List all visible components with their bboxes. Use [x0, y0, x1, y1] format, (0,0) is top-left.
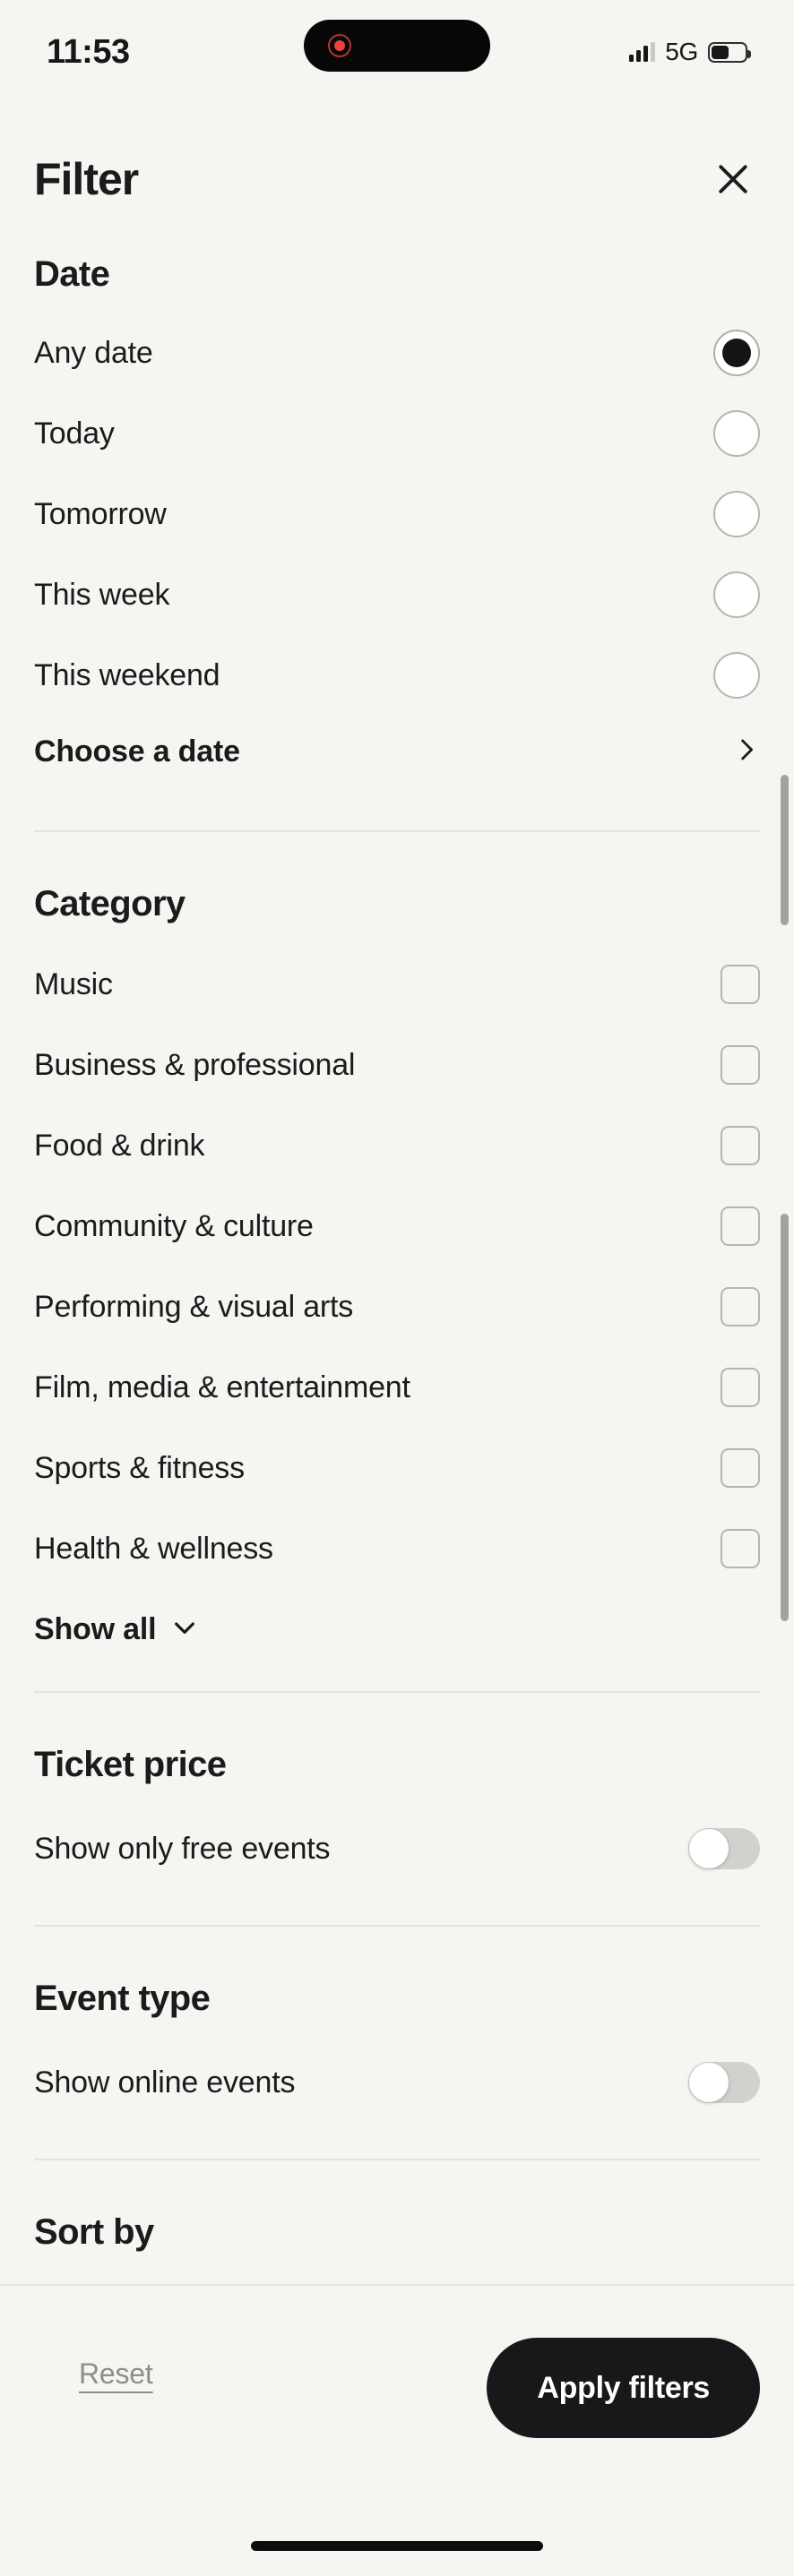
- checkbox-food-drink[interactable]: [721, 1126, 760, 1165]
- checkbox-music[interactable]: [721, 965, 760, 1004]
- chevron-right-icon: [733, 736, 760, 768]
- date-option-tomorrow[interactable]: Tomorrow: [0, 474, 794, 554]
- category-option-music[interactable]: Music: [0, 944, 794, 1025]
- section-title-ticket-price: Ticket price: [34, 1745, 227, 1784]
- date-option-this-week[interactable]: This week: [0, 554, 794, 635]
- divider: [34, 1691, 760, 1693]
- apply-filters-button[interactable]: Apply filters: [487, 2338, 760, 2438]
- status-bar: 11:53 5G: [0, 0, 794, 100]
- toggle-show-only-free-events[interactable]: [688, 1828, 760, 1869]
- section-title-category: Category: [34, 884, 186, 923]
- category-option-business-professional[interactable]: Business & professional: [0, 1025, 794, 1105]
- date-option-this-weekend[interactable]: This weekend: [0, 635, 794, 716]
- date-option-label: Today: [34, 416, 115, 451]
- show-all-label: Show all: [34, 1611, 157, 1646]
- category-option-performing-visual-arts[interactable]: Performing & visual arts: [0, 1267, 794, 1347]
- category-option-food-drink[interactable]: Food & drink: [0, 1105, 794, 1186]
- divider: [34, 2159, 760, 2160]
- category-option-label: Sports & fitness: [34, 1450, 245, 1485]
- checkbox-film-media-entertainment[interactable]: [721, 1368, 760, 1407]
- category-option-label: Community & culture: [34, 1208, 314, 1243]
- filter-action-bar: Reset Apply filters: [0, 2284, 794, 2576]
- filter-content: Date Any date Today Tomorrow This week T…: [0, 233, 794, 2284]
- show-only-free-events-label: Show only free events: [34, 1831, 331, 1866]
- category-option-community-culture[interactable]: Community & culture: [0, 1186, 794, 1267]
- checkbox-health-wellness[interactable]: [721, 1529, 760, 1568]
- home-indicator: [251, 2541, 543, 2551]
- radio-tomorrow[interactable]: [713, 491, 760, 537]
- page-title: Filter: [34, 154, 139, 204]
- date-option-today[interactable]: Today: [0, 393, 794, 474]
- toggle-show-online-events[interactable]: [688, 2062, 760, 2103]
- checkbox-community-culture[interactable]: [721, 1206, 760, 1246]
- section-title-event-type: Event type: [34, 1979, 211, 2018]
- category-option-film-media-entertainment[interactable]: Film, media & entertainment: [0, 1347, 794, 1428]
- recording-indicator-icon: [328, 34, 351, 57]
- status-indicators: 5G: [629, 38, 751, 66]
- category-option-label: Health & wellness: [34, 1531, 273, 1566]
- radio-today[interactable]: [713, 410, 760, 457]
- network-type-label: 5G: [665, 38, 698, 65]
- battery-icon: [708, 41, 751, 63]
- radio-this-week[interactable]: [713, 571, 760, 618]
- date-option-label: Tomorrow: [34, 496, 167, 531]
- category-option-label: Music: [34, 966, 113, 1001]
- choose-a-date-row[interactable]: Choose a date: [0, 716, 794, 787]
- reset-button[interactable]: Reset: [79, 2357, 153, 2391]
- category-option-sports-fitness[interactable]: Sports & fitness: [0, 1428, 794, 1508]
- date-option-label: This week: [34, 577, 170, 612]
- scrollbar-thumb[interactable]: [781, 1214, 789, 1621]
- radio-this-weekend[interactable]: [713, 652, 760, 699]
- show-only-free-events-row[interactable]: Show only free events: [0, 1808, 794, 1889]
- date-option-label: Any date: [34, 335, 153, 370]
- checkbox-business-professional[interactable]: [721, 1045, 760, 1085]
- category-option-health-wellness[interactable]: Health & wellness: [0, 1508, 794, 1589]
- filter-header: Filter: [0, 134, 794, 224]
- divider: [34, 1925, 760, 1927]
- date-option-any-date[interactable]: Any date: [0, 313, 794, 393]
- show-all-categories-button[interactable]: Show all: [0, 1589, 794, 1670]
- chevron-down-icon: [170, 1613, 199, 1646]
- status-time: 11:53: [47, 32, 130, 71]
- checkbox-sports-fitness[interactable]: [721, 1448, 760, 1488]
- checkbox-performing-visual-arts[interactable]: [721, 1287, 760, 1327]
- signal-bars-icon: [629, 42, 656, 62]
- category-option-label: Film, media & entertainment: [34, 1370, 410, 1404]
- close-icon[interactable]: [706, 152, 760, 206]
- dynamic-island: [304, 20, 490, 72]
- section-title-sort-by: Sort by: [34, 2212, 154, 2252]
- filter-screen: 11:53 5G Filter Date Any date Today Tomo…: [0, 0, 794, 2576]
- divider: [34, 830, 760, 832]
- category-option-label: Performing & visual arts: [34, 1289, 354, 1324]
- category-option-label: Business & professional: [34, 1047, 356, 1082]
- choose-a-date-label: Choose a date: [34, 734, 240, 769]
- section-title-date: Date: [34, 254, 110, 294]
- scrollbar-thumb[interactable]: [781, 775, 789, 925]
- radio-any-date[interactable]: [713, 330, 760, 376]
- show-online-events-label: Show online events: [34, 2065, 296, 2099]
- category-option-label: Food & drink: [34, 1128, 205, 1163]
- show-online-events-row[interactable]: Show online events: [0, 2042, 794, 2123]
- date-option-label: This weekend: [34, 657, 220, 692]
